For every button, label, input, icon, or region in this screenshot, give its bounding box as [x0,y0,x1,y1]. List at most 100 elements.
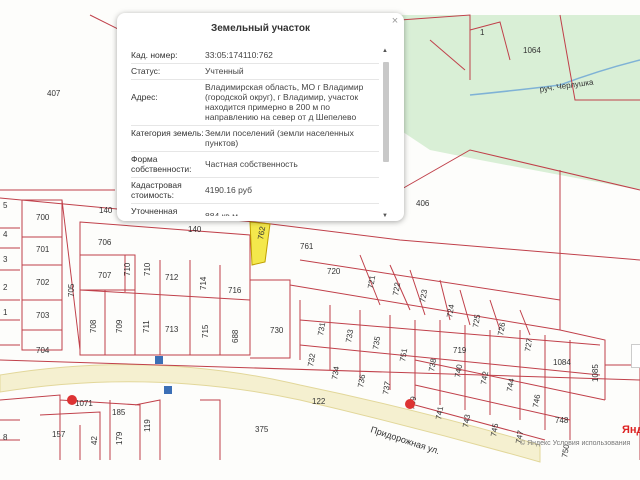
plot-label: 1085 [591,364,600,382]
plot-label: 711 [142,320,151,333]
detail-value: Владимирская область, МО г Владимир (гор… [205,82,364,122]
plot-label: 716 [228,286,242,295]
plot-label: 744 [505,377,516,392]
plot-label: 721 [366,274,377,289]
plot-label: 119 [143,419,152,432]
plot-label: 738 [427,357,438,372]
bus-stop-icon[interactable] [164,386,172,394]
bus-stop-icon[interactable] [155,356,163,364]
scroll-up-icon[interactable]: ▲ [382,48,388,54]
plot-label: 708 [89,319,98,333]
plot-label: 733 [344,328,355,343]
detail-row: Кадастровая стоимость: 4190.16 руб [131,178,379,204]
plot-label: 710 [143,262,152,276]
plot-label: 703 [36,311,50,320]
plot-label: 724 [445,303,456,318]
plot-label: 746 [531,393,542,408]
plot-label: 751 [398,347,409,362]
plot-label: 712 [165,273,179,282]
detail-key: Категория земель: [131,128,204,138]
plot-label: 704 [36,346,50,355]
plot-label: 42 [90,436,99,445]
plot-label: 5 [3,201,8,210]
plot-label: 701 [36,245,50,254]
map-copyright[interactable]: © Яндекс Условия использования [520,440,630,447]
poi-marker-icon[interactable] [67,395,77,405]
plot-label: 140 [188,225,202,234]
plot-label: 732 [306,352,317,367]
detail-row: Категория земель: Земли поселений (земли… [131,126,379,152]
plot-label: 140 [99,206,113,215]
detail-key: Адрес: [131,92,158,102]
detail-value: 33:05:174110:762 [205,50,273,60]
plot-label: 1 [480,28,485,37]
plot-label: 740 [453,363,464,378]
detail-row: Адрес: Владимирская область, МО г Владим… [131,80,379,126]
plot-label: 702 [36,278,50,287]
detail-row: Кад. номер: 33:05:174110:762 [131,48,379,64]
plot-label: 407 [47,89,61,98]
parcel-info-popup[interactable]: Земельный участок × Кад. номер: 33:05:17… [117,13,404,221]
plot-label: 707 [98,271,112,280]
plot-label: 700 [36,213,50,222]
plot-label: 4 [3,230,8,239]
plot-label: 1084 [553,358,571,367]
detail-value: Частная собственность [205,159,298,169]
plot-label: 185 [112,408,126,417]
plot-label: 742 [479,370,490,385]
plot-label: 157 [52,430,66,439]
plot-label: 713 [165,325,179,334]
detail-value: 884 кв.м [205,211,238,216]
detail-key: Уточненная площадь: [131,206,178,216]
plot-label: 122 [312,397,326,406]
poi-marker-icon[interactable] [405,399,415,409]
detail-row: Статус: Учтенный [131,64,379,80]
detail-key: Статус: [131,66,161,76]
plot-label: 722 [391,281,402,296]
plot-label: 714 [199,276,208,290]
plot-label: 1071 [75,399,93,408]
plot-label: 8 [3,433,8,442]
detail-value: 4190.16 руб [205,185,252,195]
plot-label: 705 [67,283,76,297]
plot-label: 375 [255,425,269,434]
plot-label: 723 [418,288,429,303]
plot-label: 736 [356,373,367,388]
plot-label: 715 [201,324,210,338]
plot-label: 726 [496,321,507,336]
plot-label: 406 [416,199,430,208]
scroll-down-icon[interactable]: ▼ [382,213,388,219]
popup-details[interactable]: Кад. номер: 33:05:174110:762 Статус: Учт… [131,48,379,216]
popup-scrollbar[interactable]: ▲ ▼ [381,48,389,221]
yandex-logo[interactable]: Янд [622,424,640,436]
popup-title: Земельный участок [210,23,311,34]
detail-key: Форма собственности: [131,154,192,174]
plot-label: 709 [115,319,124,333]
detail-key: Кадастровая стоимость: [131,180,182,200]
detail-row: Уточненная площадь: 884 кв.м [131,204,379,216]
plot-label: 720 [327,267,341,276]
detail-row: Форма собственности: Частная собственнос… [131,152,379,178]
close-icon[interactable]: × [389,15,401,27]
plot-label: 710 [123,262,132,276]
plot-label: 730 [270,326,284,335]
plot-label: 179 [115,431,124,445]
plot-label: 734 [330,365,341,380]
plot-label: 1064 [523,46,541,55]
cadastral-map[interactable]: 407 1 1064 406 375 140 140 700 701 702 7… [0,0,640,480]
plot-label: 725 [471,313,482,328]
plot-label: 735 [371,335,382,350]
plot-label: 761 [300,242,314,251]
plot-label: 2 [3,283,8,292]
detail-value: Земли поселений (земли населенных пункто… [205,128,354,148]
plot-label: 737 [381,380,392,395]
plot-label: 706 [98,238,112,247]
scroll-thumb[interactable] [383,62,389,162]
plot-label: 688 [231,329,240,343]
plot-label: 727 [523,337,534,352]
map-zoom-control[interactable] [631,344,640,368]
plot-label: 731 [316,321,327,336]
plot-label: 3 [3,255,8,264]
plot-label: 1 [3,308,8,317]
plot-label: 748 [555,416,569,425]
